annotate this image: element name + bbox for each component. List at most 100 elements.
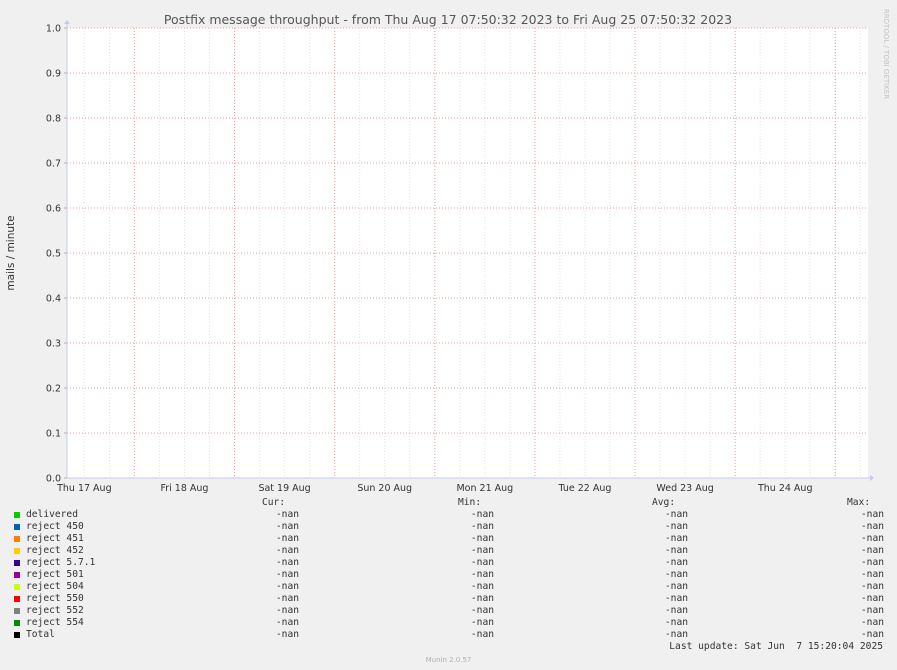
legend-swatch: [14, 512, 20, 518]
y-tick-label: 0.2: [46, 384, 61, 395]
legend-avg-value: -nan: [664, 557, 688, 568]
legend-min-value: -nan: [470, 545, 494, 556]
legend-header: Cur: Min: Avg: Max:: [14, 497, 884, 509]
legend-avg-value: -nan: [664, 569, 688, 580]
legend-min-value: -nan: [470, 605, 494, 616]
legend-row: reject 554 -nan -nan -nan -nan: [14, 617, 884, 629]
legend-max-value: -nan: [860, 629, 884, 640]
x-tick-label: Fri 18 Aug: [160, 483, 208, 494]
legend-min-value: -nan: [470, 509, 494, 520]
legend-cur-value: -nan: [275, 521, 299, 532]
legend-max-value: -nan: [860, 509, 884, 520]
legend-avg-value: -nan: [664, 581, 688, 592]
last-update: Last update: Sat Jun 7 15:20:04 2025: [669, 641, 883, 652]
legend-label: reject 451: [26, 533, 84, 544]
x-tick-label: Mon 21 Aug: [456, 483, 513, 494]
x-axis-arrow-icon: [870, 475, 874, 481]
legend-min-value: -nan: [470, 629, 494, 640]
legend-max-value: -nan: [860, 557, 884, 568]
legend-min-value: -nan: [470, 581, 494, 592]
rrdtool-watermark: RRDTOOL / TOBI OETIKER: [882, 9, 890, 99]
legend-min-value: -nan: [470, 521, 494, 532]
legend-swatch: [14, 560, 20, 566]
legend-swatch: [14, 572, 20, 578]
y-tick-label: 0.7: [46, 159, 61, 170]
legend-min-value: -nan: [470, 569, 494, 580]
legend-swatch: [14, 596, 20, 602]
legend-max-value: -nan: [860, 581, 884, 592]
legend-cur-value: -nan: [275, 629, 299, 640]
legend-cur-value: -nan: [275, 533, 299, 544]
legend-cur-value: -nan: [275, 569, 299, 580]
legend-swatch: [14, 524, 20, 530]
y-tick-label: 0.6: [46, 204, 61, 215]
legend-cur-value: -nan: [275, 545, 299, 556]
y-tick-label: 0.5: [46, 249, 61, 260]
legend-max-value: -nan: [860, 617, 884, 628]
legend-label: reject 504: [26, 581, 84, 592]
y-tick-label: 0.1: [46, 429, 61, 440]
legend-avg-value: -nan: [664, 533, 688, 544]
legend-label: reject 452: [26, 545, 84, 556]
legend-row: reject 504 -nan -nan -nan -nan: [14, 581, 884, 593]
x-tick-label: Thu 17 Aug: [56, 483, 112, 494]
legend-label: reject 450: [26, 521, 84, 532]
legend-avg-value: -nan: [664, 521, 688, 532]
legend-min-value: -nan: [470, 617, 494, 628]
legend-cur-value: -nan: [275, 605, 299, 616]
y-tick-label: 0.4: [46, 294, 61, 305]
legend-label: Total: [26, 629, 55, 640]
legend-cur-value: -nan: [275, 593, 299, 604]
legend-label: reject 552: [26, 605, 84, 616]
y-tick-label: 0.3: [46, 339, 61, 350]
x-tick-label: Wed 23 Aug: [656, 483, 713, 494]
legend-row: reject 450 -nan -nan -nan -nan: [14, 521, 884, 533]
legend-cur-value: -nan: [275, 617, 299, 628]
munin-version: Munin 2.0.57: [425, 656, 472, 664]
legend-avg-value: -nan: [664, 545, 688, 556]
legend-avg-value: -nan: [664, 509, 688, 520]
legend-avg-value: -nan: [664, 593, 688, 604]
legend-header-cur: Cur:: [262, 497, 286, 508]
y-tick-label: 1.0: [46, 24, 61, 35]
legend-label: reject 5.7.1: [26, 557, 96, 568]
legend-cur-value: -nan: [275, 557, 299, 568]
legend-avg-value: -nan: [664, 605, 688, 616]
legend-rows: delivered -nan -nan -nan -nan reject 450 -nan -…: [14, 509, 884, 641]
y-axis-arrow-icon: [64, 20, 70, 24]
x-tick-label: Tue 22 Aug: [558, 483, 612, 494]
legend-max-value: -nan: [860, 533, 884, 544]
y-tick-label: 0.9: [46, 69, 61, 80]
legend-swatch: [14, 632, 20, 638]
legend-max-value: -nan: [860, 521, 884, 532]
legend-header-max: Max:: [847, 497, 871, 508]
legend-label: reject 550: [26, 593, 84, 604]
x-tick-label: Sat 19 Aug: [258, 483, 310, 494]
legend-avg-value: -nan: [664, 629, 688, 640]
legend-row: Total -nan -nan -nan -nan: [14, 629, 884, 641]
legend-swatch: [14, 584, 20, 590]
legend-row: reject 550 -nan -nan -nan -nan: [14, 593, 884, 605]
legend: Cur: Min: Avg: Max: delivered -nan -nan -na…: [14, 497, 884, 641]
legend-max-value: -nan: [860, 605, 884, 616]
y-axis-label: mails / minute: [5, 215, 17, 290]
legend-cur-value: -nan: [275, 509, 299, 520]
legend-label: reject 501: [26, 569, 84, 580]
legend-label: delivered: [26, 509, 78, 520]
legend-min-value: -nan: [470, 593, 494, 604]
legend-row: reject 452 -nan -nan -nan -nan: [14, 545, 884, 557]
legend-row: reject 552 -nan -nan -nan -nan: [14, 605, 884, 617]
legend-min-value: -nan: [470, 533, 494, 544]
legend-swatch: [14, 620, 20, 626]
legend-cur-value: -nan: [275, 581, 299, 592]
legend-max-value: -nan: [860, 545, 884, 556]
legend-swatch: [14, 548, 20, 554]
y-tick-label: 0.8: [46, 114, 61, 125]
legend-min-value: -nan: [470, 557, 494, 568]
x-tick-label: Thu 24 Aug: [757, 483, 813, 494]
legend-max-value: -nan: [860, 593, 884, 604]
legend-header-min: Min:: [458, 497, 482, 508]
legend-avg-value: -nan: [664, 617, 688, 628]
legend-row: reject 5.7.1 -nan -nan -nan -nan: [14, 557, 884, 569]
legend-swatch: [14, 608, 20, 614]
